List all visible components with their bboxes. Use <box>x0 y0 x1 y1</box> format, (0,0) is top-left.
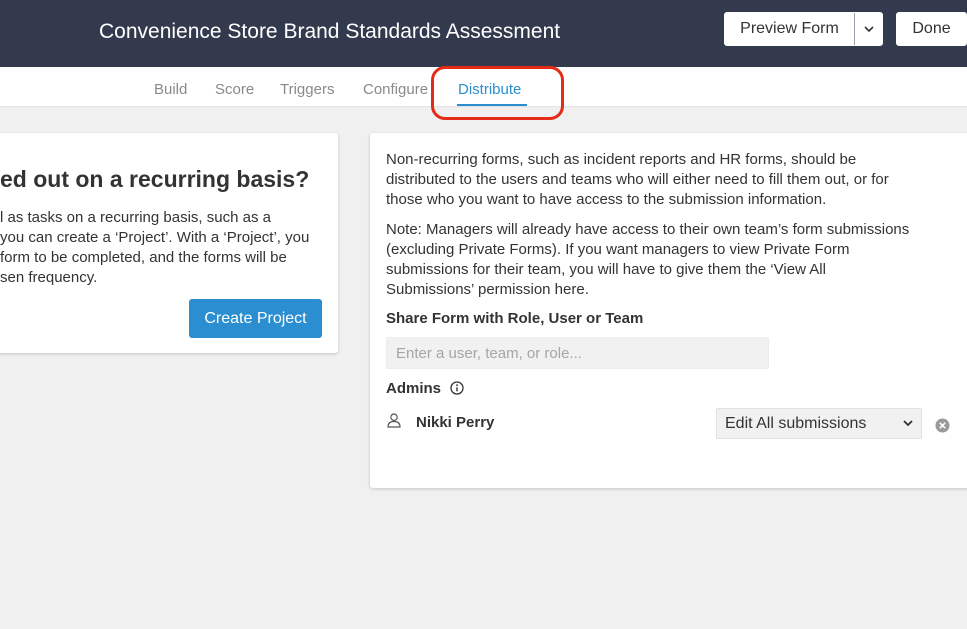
tab-score[interactable]: Score <box>215 81 254 98</box>
distribute-note: Note: Managers will already have access … <box>386 220 961 300</box>
note-line: Note: Managers will already have access … <box>386 221 910 238</box>
active-tab-indicator <box>457 104 527 106</box>
intro-line: Non-recurring forms, such as incident re… <box>386 151 857 168</box>
preview-form-button[interactable]: Preview Form <box>725 13 855 45</box>
create-project-button[interactable]: Create Project <box>189 299 322 338</box>
preview-button-group: Preview Form <box>724 12 883 46</box>
tab-build[interactable]: Build <box>154 81 187 98</box>
recurring-project-card: ed out on a recurring basis? l as tasks … <box>0 133 338 353</box>
recurring-description: l as tasks on a recurring basis, such as… <box>0 208 330 288</box>
recurring-description-line: you can create a ‘Project’. With a ‘Proj… <box>0 229 310 246</box>
share-search-input[interactable] <box>386 337 769 369</box>
chevron-down-icon <box>863 25 874 32</box>
admin-user-name: Nikki Perry <box>416 414 495 431</box>
form-title: Convenience Store Brand Standards Assess… <box>99 20 561 43</box>
recurring-description-line: form to be completed, and the forms will… <box>0 249 287 266</box>
top-bar: Convenience Store Brand Standards Assess… <box>0 0 967 67</box>
note-line: Submissions’ permission here. <box>386 281 589 298</box>
preview-options-button[interactable] <box>855 13 882 45</box>
tab-bar: Build Score Triggers Configure Distribut… <box>0 67 967 107</box>
distribute-card: Non-recurring forms, such as incident re… <box>370 133 967 488</box>
recurring-description-line: sen frequency. <box>0 269 98 286</box>
distribute-intro: Non-recurring forms, such as incident re… <box>386 150 961 210</box>
tab-triggers[interactable]: Triggers <box>280 81 334 98</box>
note-line: (excluding Private Forms). If you want m… <box>386 241 850 258</box>
intro-line: distributed to the users and teams who w… <box>386 171 889 188</box>
chevron-down-icon <box>903 420 913 427</box>
tab-configure[interactable]: Configure <box>363 81 428 98</box>
intro-line: those who you want to have access to the… <box>386 191 827 208</box>
permission-select[interactable]: Edit All submissions <box>716 408 922 439</box>
recurring-description-line: l as tasks on a recurring basis, such as… <box>0 209 271 226</box>
info-icon[interactable] <box>450 381 464 395</box>
permission-value: Edit All submissions <box>725 415 867 432</box>
done-button[interactable]: Done <box>896 12 967 46</box>
note-line: submissions for their team, you will hav… <box>386 261 826 278</box>
user-icon <box>387 413 401 428</box>
share-form-label: Share Form with Role, User or Team <box>386 310 644 327</box>
recurring-heading: ed out on a recurring basis? <box>0 166 310 192</box>
remove-circle-icon[interactable] <box>935 418 950 433</box>
tab-distribute[interactable]: Distribute <box>458 81 521 98</box>
admins-label: Admins <box>386 380 442 397</box>
